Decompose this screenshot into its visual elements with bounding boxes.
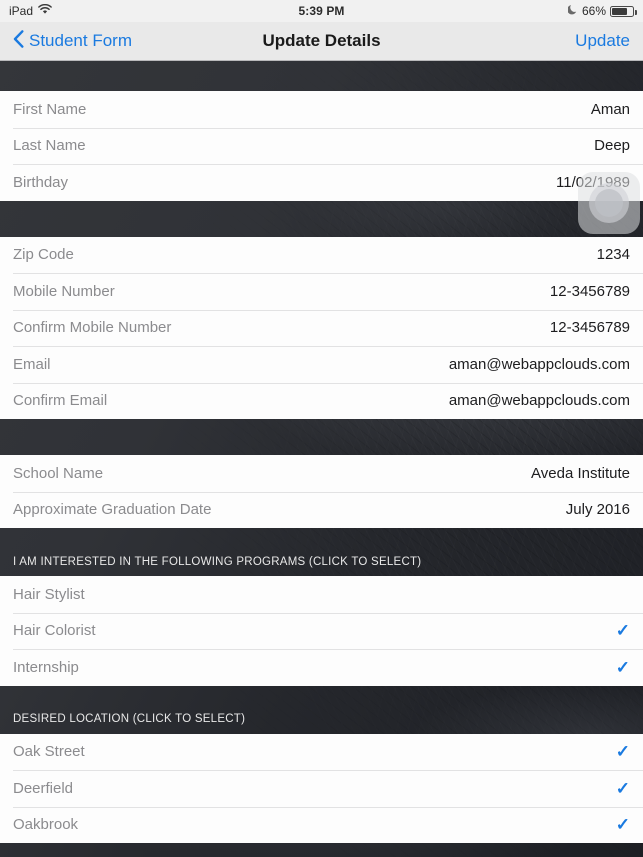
check-icon: ✓ (615, 657, 630, 677)
table-row[interactable]: Deerfield ✓ (0, 770, 643, 807)
status-bar-clock: 5:39 PM (298, 4, 345, 18)
status-bar-right: 66% (345, 4, 637, 18)
row-label: Zip Code (13, 246, 74, 264)
battery-icon (610, 5, 637, 17)
section-header-location: Desired Location (click to select) (13, 713, 246, 725)
wifi-icon (38, 3, 52, 18)
row-value: Deep (594, 137, 630, 155)
row-checkmark: ✓ (614, 659, 630, 676)
row-label: Hair Stylist (13, 585, 85, 603)
row-label: Oakbrook (13, 816, 79, 834)
table-row[interactable]: Birthday11/02/1989 (0, 164, 643, 201)
row-value: aman@webappclouds.com (448, 355, 630, 373)
table-row[interactable]: Internship ✓ (0, 649, 643, 686)
row-value: aman@webappclouds.com (448, 392, 630, 410)
check-icon: ✓ (615, 815, 630, 835)
table-row[interactable]: School Name Aveda Institute (0, 455, 643, 492)
row-checkmark: ✓ (614, 780, 630, 797)
battery-percent-label: 66% (581, 4, 606, 18)
moon-icon (567, 4, 578, 18)
assistive-touch-inner-ring (595, 189, 623, 217)
row-label: Oak Street (13, 743, 85, 761)
section-header-programs: I am interested in the following program… (13, 555, 422, 568)
table-row[interactable]: Last Name Deep (0, 127, 643, 164)
status-bar-left: iPad (9, 3, 298, 18)
row-value: Aman (590, 100, 630, 118)
row-label: Confirm Email (13, 392, 108, 410)
check-icon: ✓ (615, 778, 630, 798)
assistive-touch-outer-ring (589, 183, 629, 223)
section-school: School Name Aveda Institute Approximate Gr… (0, 455, 643, 528)
section-location: Oak Street ✓ Deerfield ✓ Oakbrook ✓ (0, 733, 643, 843)
back-button[interactable]: Student Form (13, 29, 262, 53)
status-bar: iPad 5:39 PM 66% (0, 0, 643, 22)
table-row[interactable]: Mobile Number 12-3456789 (0, 273, 643, 310)
row-checkmark: ✓ (614, 743, 630, 760)
row-value: 1234 (596, 246, 630, 264)
row-label: Approximate Graduation Date (13, 501, 212, 519)
row-label: Last Name (13, 137, 86, 155)
row-value: 12-3456789 (549, 282, 630, 300)
row-label: Mobile Number (13, 282, 115, 300)
section-personal: First Name Aman Last Name Deep Birthday11/02… (0, 91, 643, 201)
row-label: Birthday (13, 173, 69, 191)
battery-fill (612, 7, 627, 15)
row-label: School Name (13, 464, 104, 482)
form-scroll-area[interactable]: First Name Aman Last Name Deep Birthday11/02… (0, 61, 643, 843)
row-value: July 2016 (565, 501, 630, 519)
row-label: Email (13, 355, 51, 373)
table-row[interactable]: Confirm Mobile Number 12-3456789 (0, 309, 643, 346)
row-label: First Name (13, 100, 87, 118)
table-row[interactable]: Confirm Email aman@webappclouds.com (0, 382, 643, 419)
row-checkmark: ✓ (614, 586, 630, 603)
chevron-left-icon (13, 29, 24, 53)
row-label: Hair Colorist (13, 622, 96, 640)
update-button[interactable]: Update (381, 31, 630, 51)
section-programs: Hair Stylist ✓ Hair Colorist ✓ Internship ✓ (0, 576, 643, 686)
table-row[interactable]: Oakbrook ✓ (0, 806, 643, 843)
page-title: Update Details (262, 31, 381, 50)
row-label: Internship (13, 658, 79, 676)
table-row[interactable]: Oak Street ✓ (0, 733, 643, 770)
back-button-label: Student Form (29, 31, 132, 50)
table-row[interactable]: Approximate Graduation Date July 2016 (0, 491, 643, 528)
navigation-bar: Student Form Update Details Update (0, 22, 643, 61)
table-row[interactable]: Hair Stylist ✓ (0, 576, 643, 613)
row-value: 12-3456789 (549, 319, 630, 337)
row-label: Deerfield (13, 779, 74, 797)
check-icon: ✓ (615, 742, 630, 762)
section-contact: Zip Code 1234 Mobile Number 12-3456789 Confi… (0, 236, 643, 419)
assistive-touch-button[interactable] (578, 172, 640, 234)
row-checkmark: ✓ (614, 622, 630, 639)
row-label: Confirm Mobile Number (13, 319, 172, 337)
check-icon: ✓ (615, 621, 630, 641)
table-row[interactable]: First Name Aman (0, 91, 643, 128)
row-value: Aveda Institute (531, 464, 630, 482)
table-row[interactable]: Email aman@webappclouds.com (0, 346, 643, 383)
carrier-label: iPad (9, 4, 34, 18)
ipad-screen: iPad 5:39 PM 66% Student Form Update Det… (0, 0, 643, 857)
row-checkmark: ✓ (614, 816, 630, 833)
table-row[interactable]: Zip Code 1234 (0, 236, 643, 273)
table-row[interactable]: Hair Colorist ✓ (0, 612, 643, 649)
